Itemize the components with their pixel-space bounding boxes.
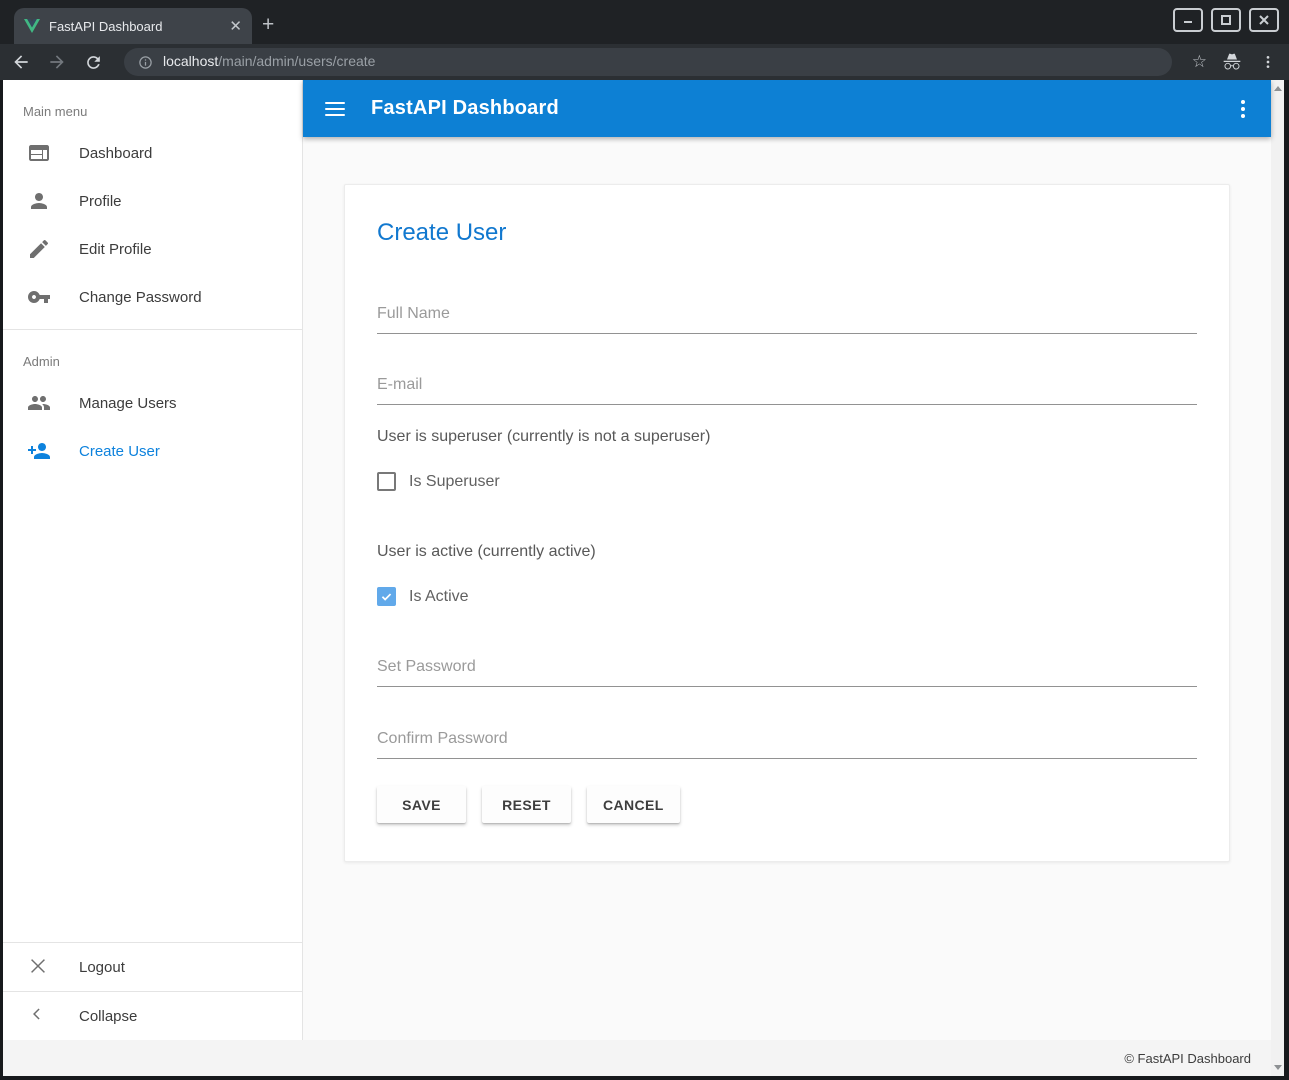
browser-window: FastAPI Dashboard ✕ +: [0, 0, 1289, 1080]
is-superuser-label[interactable]: Is Superuser: [409, 473, 500, 491]
tab-title: FastAPI Dashboard: [49, 19, 220, 34]
is-superuser-checkbox-row[interactable]: Is Superuser: [377, 472, 1197, 491]
vue-logo-icon: [24, 19, 40, 33]
site-info-icon[interactable]: [138, 55, 153, 70]
pencil-icon: [27, 237, 51, 261]
browser-toolbar: localhost/main/admin/users/create ☆: [0, 44, 1289, 80]
copyright-text: © FastAPI Dashboard: [1124, 1051, 1251, 1066]
page-title: Create User: [377, 219, 1197, 247]
sidebar-item-label: Edit Profile: [79, 241, 152, 258]
sidebar-item-manage-users[interactable]: Manage Users: [3, 379, 302, 427]
sidebar-item-label: Collapse: [79, 1008, 137, 1025]
superuser-hint: User is superuser (currently is not a su…: [377, 428, 1197, 446]
reset-button[interactable]: RESET: [482, 786, 571, 823]
scrollbar-up-icon[interactable]: [1271, 82, 1284, 95]
sidebar-section-main-menu: Main menu: [3, 80, 302, 129]
new-tab-icon[interactable]: +: [262, 14, 274, 35]
chevron-left-icon: [27, 1004, 51, 1028]
form-actions: SAVE RESET CANCEL: [377, 786, 1197, 823]
scrollbar-down-icon[interactable]: [1271, 1061, 1284, 1074]
maximize-button[interactable]: [1211, 8, 1241, 32]
sidebar-item-label: Dashboard: [79, 145, 152, 162]
sidebar-item-label: Logout: [79, 959, 125, 976]
close-x-icon: [27, 955, 51, 979]
hamburger-menu-icon[interactable]: [325, 102, 345, 116]
url-bar[interactable]: localhost/main/admin/users/create: [124, 48, 1172, 76]
confirm-password-field[interactable]: [377, 730, 1197, 759]
sidebar-item-change-password[interactable]: Change Password: [3, 273, 302, 321]
create-user-card: Create User User is superuser (currently…: [344, 184, 1230, 862]
vertical-scrollbar[interactable]: [1271, 80, 1284, 1076]
dashboard-icon: [27, 141, 51, 165]
sidebar-item-label: Change Password: [79, 289, 202, 306]
bookmark-star-icon[interactable]: ☆: [1192, 52, 1207, 72]
appbar: FastAPI Dashboard: [303, 80, 1271, 137]
incognito-icon: [1221, 51, 1243, 73]
sidebar-item-edit-profile[interactable]: Edit Profile: [3, 225, 302, 273]
appbar-title: FastAPI Dashboard: [371, 97, 559, 120]
main-content: Create User User is superuser (currently…: [303, 137, 1271, 1040]
sidebar-item-collapse[interactable]: Collapse: [3, 992, 302, 1040]
tab-close-icon[interactable]: ✕: [229, 19, 242, 34]
page-viewport: Main menu Dashboard Profile Edit Profile: [3, 80, 1284, 1076]
set-password-field[interactable]: [377, 658, 1197, 687]
cancel-button[interactable]: CANCEL: [587, 786, 680, 823]
sidebar-item-profile[interactable]: Profile: [3, 177, 302, 225]
sidebar-item-logout[interactable]: Logout: [3, 943, 302, 991]
sidebar: Main menu Dashboard Profile Edit Profile: [3, 80, 303, 1040]
url-path: /main/admin/users/create: [218, 53, 375, 69]
minimize-button[interactable]: [1173, 8, 1203, 32]
email-field[interactable]: [377, 376, 1197, 405]
close-button[interactable]: [1249, 8, 1279, 32]
browser-menu-icon[interactable]: [1257, 51, 1279, 73]
is-active-checkbox-row[interactable]: Is Active: [377, 587, 1197, 606]
sidebar-item-label: Create User: [79, 443, 160, 460]
reload-icon[interactable]: [82, 51, 104, 73]
person-add-icon: [27, 439, 51, 463]
is-active-checkbox[interactable]: [377, 587, 396, 606]
browser-titlebar: FastAPI Dashboard ✕ +: [0, 0, 1289, 44]
sidebar-item-create-user[interactable]: Create User: [3, 427, 302, 475]
sidebar-item-label: Manage Users: [79, 395, 177, 412]
browser-tab[interactable]: FastAPI Dashboard ✕: [14, 8, 252, 44]
url-host: localhost: [163, 53, 218, 69]
sidebar-item-label: Profile: [79, 193, 122, 210]
person-icon: [27, 189, 51, 213]
back-icon[interactable]: [10, 51, 32, 73]
key-icon: [27, 285, 51, 309]
save-button[interactable]: SAVE: [377, 786, 466, 823]
is-active-label[interactable]: Is Active: [409, 588, 469, 606]
sidebar-section-admin: Admin: [3, 330, 302, 379]
forward-icon[interactable]: [46, 51, 68, 73]
sidebar-item-dashboard[interactable]: Dashboard: [3, 129, 302, 177]
people-icon: [27, 391, 51, 415]
is-superuser-checkbox[interactable]: [377, 472, 396, 491]
page-footer: © FastAPI Dashboard: [3, 1040, 1271, 1076]
active-hint: User is active (currently active): [377, 543, 1197, 561]
full-name-field[interactable]: [377, 305, 1197, 334]
appbar-menu-icon[interactable]: [1237, 96, 1249, 122]
